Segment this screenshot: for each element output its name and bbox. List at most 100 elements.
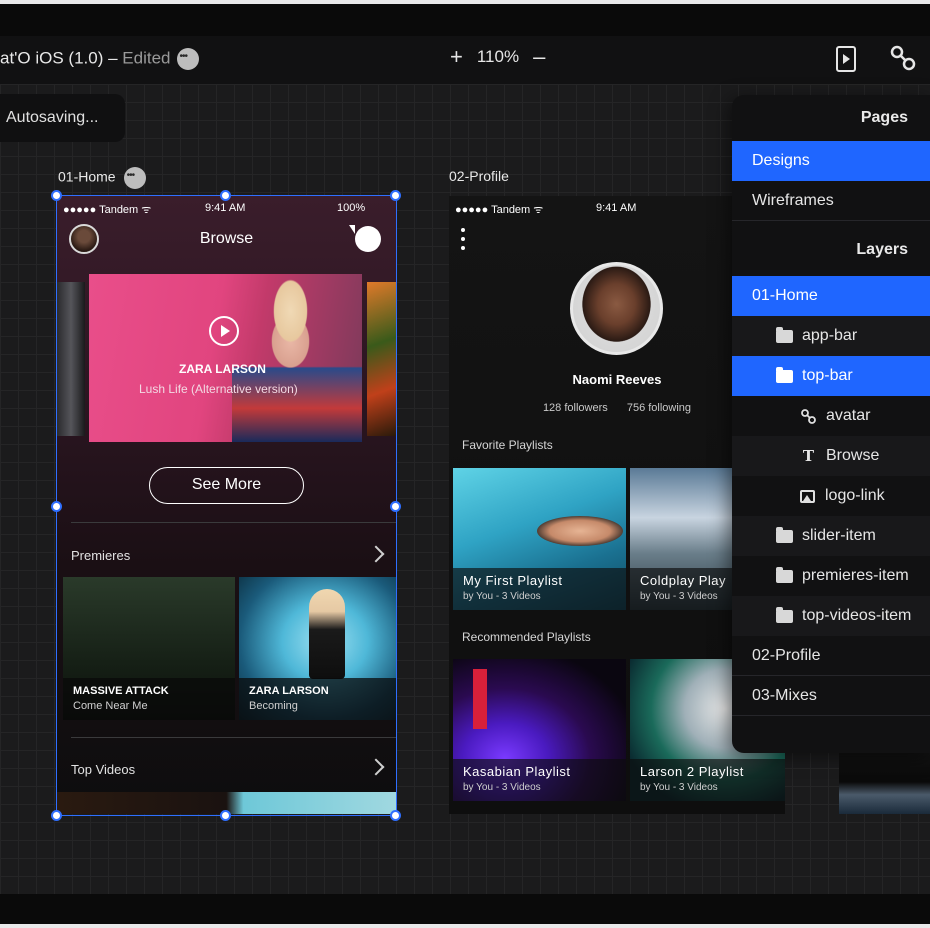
zoom-in-button[interactable]: + [450,46,463,68]
divider [71,522,396,523]
profile-avatar[interactable] [570,262,663,355]
tile-title: Kasabian Playlist [463,764,571,779]
favorite-playlists-label: Favorite Playlists [462,438,553,452]
recommended-playlists-label: Recommended Playlists [462,630,591,644]
layer-label: top-bar [802,367,853,384]
page-item-designs[interactable]: Designs [732,141,930,181]
tile-title: Larson 2 Playlist [640,764,744,779]
resize-handle[interactable] [51,501,62,512]
tile-caption: My First Playlist by You - 3 Videos [453,568,626,610]
resize-handle[interactable] [220,810,231,821]
layer-label: premieres-item [802,567,909,584]
pages-layers-panel: Pages Designs Wireframes Layers 01-Home … [732,95,930,753]
slider-item[interactable] [89,274,362,442]
layer-label: app-bar [802,327,858,344]
edited-status: Edited [122,48,171,68]
zoom-controls: + 110% – [450,46,545,68]
artboard-mixes-preview[interactable] [839,750,930,814]
status-carrier: ●●●●● Tandem ᯤ [455,204,544,216]
followers-count[interactable]: 128 followers [543,402,608,414]
divider [71,737,396,738]
document-title[interactable]: at'O iOS (1.0) – Edited [0,48,199,70]
play-icon[interactable] [209,316,239,346]
layer-item-top-bar[interactable]: top-bar [732,356,930,396]
slider-prev-thumbnail[interactable] [57,282,85,436]
layer-item-01-home[interactable]: 01-Home [732,276,930,316]
top-videos-label: Top Videos [71,762,136,777]
resize-handle[interactable] [390,810,401,821]
layer-item-browse[interactable]: T Browse [732,436,930,476]
slide-song: Lush Life (Alternative version) [139,382,298,396]
tile-caption: Kasabian Playlist by You - 3 Videos [453,759,626,801]
slide-artist: ZARA LARSON [179,362,266,376]
layer-label: 01-Home [752,287,818,304]
layer-item-app-bar[interactable]: app-bar [732,316,930,356]
playlist-tile[interactable]: My First Playlist by You - 3 Videos [453,468,626,610]
layer-item-02-profile[interactable]: 02-Profile [732,636,930,676]
layers-header: Layers [856,241,908,258]
artboard-home-name: 01-Home [58,168,116,185]
status-carrier: ●●●●● Tandem ᯤ [63,204,152,216]
zoom-level: 110% [476,47,520,66]
autosave-text: Autosaving... [6,109,99,126]
status-time: 9:41 AM [596,202,637,214]
chevron-right-icon[interactable] [367,545,385,563]
folder-icon [776,526,793,543]
following-count[interactable]: 756 following [627,402,691,414]
tile-caption: MASSIVE ATTACK Come Near Me [63,678,235,720]
logo-link-icon[interactable] [349,225,381,252]
resize-handle[interactable] [390,190,401,201]
zoom-out-button[interactable]: – [533,46,545,68]
see-more-button[interactable]: See More [149,467,304,504]
layer-item-slider-item[interactable]: slider-item [732,516,930,556]
playlist-tile[interactable]: Kasabian Playlist by You - 3 Videos [453,659,626,801]
page-label: Designs [752,152,810,169]
autosave-toast: Autosaving... [0,94,125,142]
chevron-right-icon[interactable] [367,758,385,776]
document-name: at'O iOS (1.0) – [0,48,123,68]
image-icon [800,489,815,503]
share-link-icon[interactable] [889,44,917,72]
layer-label: 02-Profile [752,647,821,664]
link-icon [801,408,816,424]
resize-handle[interactable] [51,810,62,821]
preview-icon[interactable] [836,46,856,72]
resize-handle[interactable] [220,190,231,201]
resize-handle[interactable] [390,501,401,512]
text-icon: T [802,447,815,465]
layer-label: 03-Mixes [752,687,817,704]
artboard-label-home[interactable]: 01-Home [58,167,146,189]
artist-photo [232,274,362,442]
more-options-icon[interactable] [176,48,199,70]
resize-handle[interactable] [51,190,62,201]
kebab-menu-icon[interactable] [461,228,465,250]
folder-icon [776,366,793,383]
tile-subtitle: Becoming [249,700,298,712]
layer-label: Browse [826,447,880,464]
layer-item-avatar[interactable]: avatar [732,396,930,436]
bottom-bezel [0,894,930,924]
slider-next-thumbnail[interactable] [367,282,396,436]
folder-icon [776,566,793,583]
layer-label: slider-item [802,527,876,544]
title-bar: at'O iOS (1.0) – Edited + 110% – [0,36,930,84]
layer-label: logo-link [825,487,885,504]
page-label: Wireframes [752,192,834,209]
tile-subtitle: Come Near Me [73,700,148,712]
layer-item-top-videos-item[interactable]: top-videos-item [732,596,930,636]
page-item-wireframes[interactable]: Wireframes [732,181,930,221]
artboard-label-profile[interactable]: 02-Profile [449,168,509,184]
artboard-home[interactable]: ●●●●● Tandem ᯤ 9:41 AM 100% Browse ZARA … [57,196,396,814]
layer-item-logo-link[interactable]: logo-link [732,476,930,516]
layer-label: avatar [826,407,871,424]
tile-title: MASSIVE ATTACK [73,685,169,697]
tile-title: ZARA LARSON [249,685,329,697]
layer-item-03-mixes[interactable]: 03-Mixes [732,676,930,716]
layer-item-premieres-item[interactable]: premieres-item [732,556,930,596]
tile-title: My First Playlist [463,573,563,588]
browse-title: Browse [199,230,254,247]
artboard-more-icon[interactable] [123,167,146,189]
folder-icon [776,326,793,343]
premiere-tile[interactable]: MASSIVE ATTACK Come Near Me [63,577,235,720]
premiere-tile[interactable]: ZARA LARSON Becoming [239,577,396,720]
